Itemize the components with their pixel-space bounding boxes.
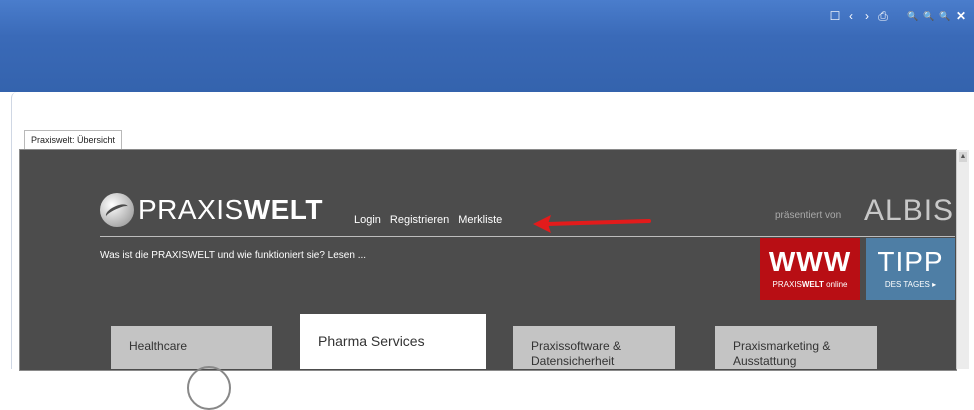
scroll-up-icon[interactable]: ▲: [959, 152, 967, 162]
red-arrow-annotation: [533, 215, 651, 233]
header-divider: [100, 236, 955, 237]
brand-bold: WELT: [243, 194, 323, 225]
www-title: WWW: [768, 246, 852, 277]
watchlist-link[interactable]: Merkliste: [458, 214, 502, 226]
tipp-subtitle: DES TAGES ▸: [884, 280, 937, 289]
praxiswelt-logo[interactable]: PRAXISWELT: [100, 193, 323, 227]
www-subtitle: PRAXISWELT online: [760, 280, 860, 290]
tile-label: Praxissoftware & Datensicherheit: [531, 339, 622, 368]
www-subtitle-suffix: online: [823, 280, 848, 289]
tile-label: Pharma Services: [318, 333, 425, 349]
tipp-des-tages-banner[interactable]: TIPP DES TAGES ▸: [866, 238, 955, 300]
close-icon[interactable]: ✕: [954, 9, 968, 23]
zoom-reset-icon[interactable]: 🔍: [922, 9, 936, 23]
vertical-scrollbar[interactable]: ▲: [956, 150, 969, 369]
tab-praxiswelt-overview[interactable]: Praxiswelt: Übersicht: [24, 130, 123, 150]
brand-light: PRAXIS: [138, 194, 244, 225]
tile-circle-icon: [187, 366, 231, 410]
category-tile-pharma-services[interactable]: Pharma Services: [300, 314, 486, 369]
back-icon[interactable]: ‹: [844, 9, 858, 23]
toolbar: ☐ ‹ › ⎙ 🔍 🔍 🔍 ✕: [828, 9, 968, 23]
top-nav: Login Registrieren Merkliste: [354, 214, 502, 226]
forward-icon[interactable]: ›: [860, 9, 874, 23]
print-icon[interactable]: ⎙: [876, 9, 890, 23]
register-link[interactable]: Registrieren: [390, 214, 449, 226]
tipp-title: TIPP: [877, 246, 944, 277]
www-praxiswelt-online-banner[interactable]: WWW PRAXISWELT online: [760, 238, 860, 300]
category-tile-healthcare[interactable]: Healthcare: [111, 326, 272, 410]
brand-name: PRAXISWELT: [138, 193, 323, 227]
app-title-bar: ☐ ‹ › ⎙ 🔍 🔍 🔍 ✕: [0, 0, 974, 92]
category-tile-praxismarketing[interactable]: Praxismarketing & Ausstattung: [715, 326, 877, 369]
globe-logo-icon: [100, 193, 134, 227]
presented-by-label: präsentiert von: [775, 210, 842, 221]
window-icon[interactable]: ☐: [828, 9, 842, 23]
www-subtitle-light: PRAXIS: [772, 280, 802, 289]
login-link[interactable]: Login: [354, 214, 381, 226]
sponsor-logo[interactable]: ALBIS: [864, 194, 954, 228]
zoom-out-icon[interactable]: 🔍: [906, 9, 920, 23]
zoom-in-icon[interactable]: 🔍: [938, 9, 952, 23]
category-tile-praxissoftware[interactable]: Praxissoftware & Datensicherheit: [513, 326, 675, 369]
tile-label: Healthcare: [129, 339, 188, 353]
www-subtitle-bold: WELT: [801, 280, 824, 289]
intro-link[interactable]: Was ist die PRAXISWELT und wie funktioni…: [100, 250, 366, 261]
tile-label: Praxismarketing & Ausstattung: [733, 339, 831, 368]
